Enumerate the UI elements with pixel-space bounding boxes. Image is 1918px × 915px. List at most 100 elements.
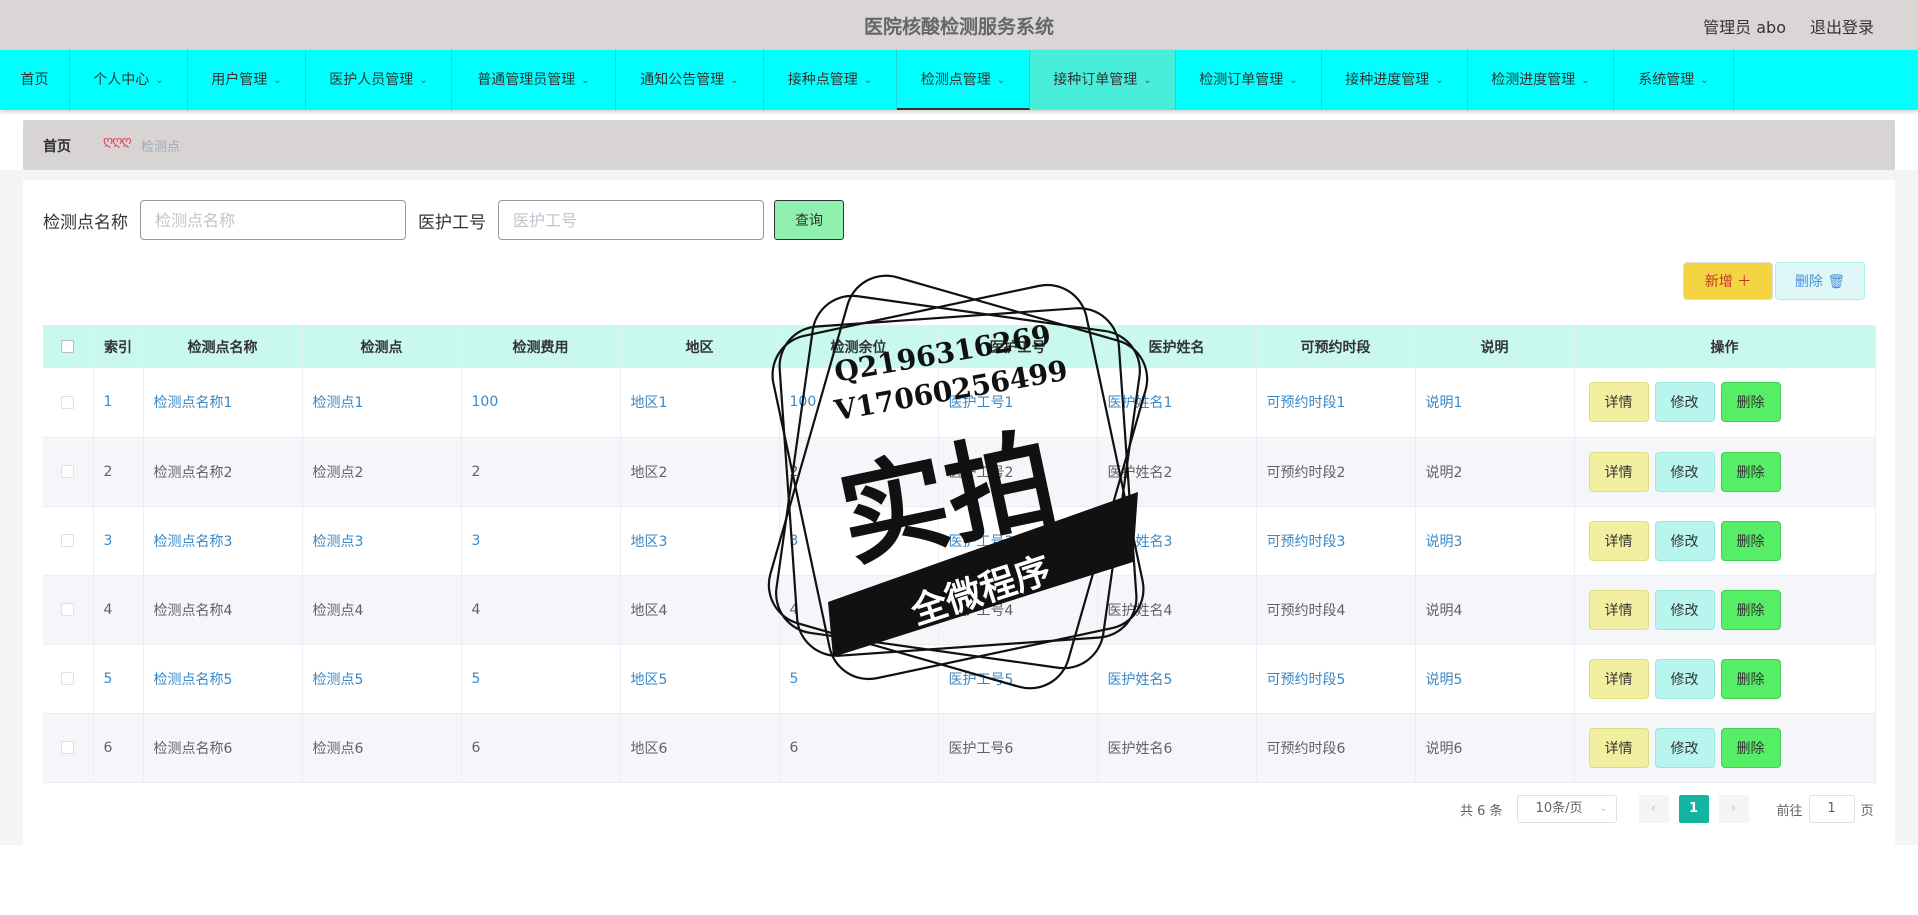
- cell-staff-name[interactable]: 医护姓名1: [1097, 368, 1257, 438]
- cell-index[interactable]: 1: [93, 368, 144, 438]
- select-all-checkbox[interactable]: [43, 325, 94, 368]
- staff-search-input[interactable]: [498, 200, 764, 240]
- pagination: 共 6 条 10条/页 ⌄ ‹ 1 › 前往 1 页: [1460, 795, 1874, 823]
- cell-fee[interactable]: 3: [461, 506, 621, 576]
- query-button[interactable]: 查询: [774, 200, 844, 240]
- cell-point[interactable]: 检测点3: [302, 506, 462, 576]
- edit-button[interactable]: 修改: [1654, 589, 1715, 630]
- edit-button[interactable]: 修改: [1654, 451, 1715, 492]
- user-label[interactable]: 管理员 abo: [1703, 14, 1786, 38]
- row-actions: 详情 修改 删除: [1574, 644, 1876, 714]
- bulk-delete-button[interactable]: 删除 🗑: [1775, 262, 1865, 300]
- nav-item-0[interactable]: 首页: [0, 50, 70, 110]
- delete-button[interactable]: 删除: [1720, 382, 1781, 423]
- cell-slot[interactable]: 可预约时段3: [1256, 506, 1416, 576]
- detail-button[interactable]: 详情: [1588, 520, 1649, 561]
- cell-slot[interactable]: 可预约时段5: [1256, 644, 1416, 714]
- cell-remaining[interactable]: 3: [779, 506, 939, 576]
- nav-item-label: 检测进度管理: [1491, 72, 1576, 88]
- page-number-current[interactable]: 1: [1678, 795, 1709, 823]
- nav-item-3[interactable]: 医护人员管理 ⌄: [306, 50, 452, 110]
- nav-item-8[interactable]: 接种订单管理 ⌄: [1030, 50, 1176, 110]
- cell-region[interactable]: 地区1: [620, 368, 780, 438]
- delete-button[interactable]: 删除: [1720, 451, 1781, 492]
- delete-button[interactable]: 删除: [1720, 520, 1781, 561]
- cell-point: 检测点4: [302, 575, 462, 645]
- cell-fee[interactable]: 100: [461, 368, 621, 438]
- nav-item-10[interactable]: 接种进度管理 ⌄: [1322, 50, 1468, 110]
- cell-fee: 4: [461, 575, 621, 645]
- row-checkbox[interactable]: [43, 575, 94, 645]
- cell-remaining[interactable]: 5: [779, 644, 939, 714]
- cell-note[interactable]: 说明3: [1415, 506, 1575, 576]
- cell-name[interactable]: 检测点名称5: [143, 644, 303, 714]
- nav-item-label: 普通管理员管理: [477, 72, 576, 88]
- cell-point[interactable]: 检测点5: [302, 644, 462, 714]
- cell-point[interactable]: 检测点1: [302, 368, 462, 438]
- logout-button[interactable]: 退出登录: [1810, 14, 1874, 38]
- row-checkbox[interactable]: [43, 506, 94, 576]
- pagination-total: 共 6 条: [1460, 803, 1503, 819]
- nav-item-12[interactable]: 系统管理 ⌄: [1614, 50, 1734, 110]
- cell-name[interactable]: 检测点名称3: [143, 506, 303, 576]
- main-nav: 首页 个人中心 ⌄ 用户管理 ⌄ 医护人员管理 ⌄ 普通管理员管理 ⌄ 通知公告管理 ⌄ 接种点管理 ⌄…: [0, 50, 1918, 110]
- cell-index[interactable]: 5: [93, 644, 144, 714]
- cell-region: 地区4: [620, 575, 780, 645]
- cell-note[interactable]: 说明1: [1415, 368, 1575, 438]
- cell-staff-name[interactable]: 医护姓名5: [1097, 644, 1257, 714]
- row-checkbox[interactable]: [43, 437, 94, 507]
- name-search-input[interactable]: [140, 200, 406, 240]
- delete-button[interactable]: 删除: [1720, 589, 1781, 630]
- cell-staff-name[interactable]: 医护姓名3: [1097, 506, 1257, 576]
- next-page-button[interactable]: ›: [1718, 795, 1749, 823]
- row-checkbox[interactable]: [43, 713, 94, 783]
- nav-item-5[interactable]: 通知公告管理 ⌄: [616, 50, 764, 110]
- chevron-down-icon: ⌄: [1289, 75, 1298, 86]
- delete-button[interactable]: 删除: [1720, 727, 1781, 768]
- cell-index[interactable]: 3: [93, 506, 144, 576]
- cell-slot[interactable]: 可预约时段1: [1256, 368, 1416, 438]
- user-area: 管理员 abo 退出登录: [1703, 14, 1874, 38]
- nav-item-9[interactable]: 检测订单管理 ⌄: [1176, 50, 1322, 110]
- cell-name: 检测点名称6: [143, 713, 303, 783]
- edit-button[interactable]: 修改: [1654, 520, 1715, 561]
- cell-staff-no[interactable]: 医护工号5: [938, 644, 1098, 714]
- chevron-left-icon: ‹: [1650, 801, 1657, 816]
- detail-button[interactable]: 详情: [1588, 658, 1649, 699]
- edit-button[interactable]: 修改: [1654, 727, 1715, 768]
- nav-item-7[interactable]: 检测点管理 ⌄: [897, 50, 1030, 110]
- row-checkbox[interactable]: [43, 368, 94, 438]
- nav-item-2[interactable]: 用户管理 ⌄: [188, 50, 306, 110]
- detail-button[interactable]: 详情: [1588, 589, 1649, 630]
- cell-staff-no[interactable]: 医护工号3: [938, 506, 1098, 576]
- column-header: 检测点名称: [143, 325, 303, 368]
- page-size-select[interactable]: 10条/页 ⌄: [1516, 795, 1617, 823]
- add-button[interactable]: 新增 ＋: [1683, 262, 1773, 300]
- cell-fee: 6: [461, 713, 621, 783]
- cell-fee: 2: [461, 437, 621, 507]
- detail-button[interactable]: 详情: [1588, 727, 1649, 768]
- delete-button[interactable]: 删除: [1720, 658, 1781, 699]
- edit-button[interactable]: 修改: [1654, 382, 1715, 423]
- cell-remaining[interactable]: 100: [779, 368, 939, 438]
- cell-fee[interactable]: 5: [461, 644, 621, 714]
- detail-button[interactable]: 详情: [1588, 451, 1649, 492]
- detail-button[interactable]: 详情: [1588, 382, 1649, 423]
- nav-item-6[interactable]: 接种点管理 ⌄: [764, 50, 897, 110]
- table-body: 1 检测点名称1 检测点1 100 地区1 100 医护工号1 医护姓名1 可预约时段1 说明1 详…: [43, 368, 1876, 783]
- nav-item-11[interactable]: 检测进度管理 ⌄: [1468, 50, 1614, 110]
- cell-region[interactable]: 地区5: [620, 644, 780, 714]
- breadcrumb-home[interactable]: 首页: [43, 136, 71, 156]
- row-checkbox[interactable]: [43, 644, 94, 714]
- cell-slot: 可预约时段2: [1256, 437, 1416, 507]
- nav-item-4[interactable]: 普通管理员管理 ⌄: [452, 50, 616, 110]
- edit-button[interactable]: 修改: [1654, 658, 1715, 699]
- prev-page-button[interactable]: ‹: [1638, 795, 1669, 823]
- goto-page-input[interactable]: 1: [1808, 795, 1855, 823]
- cell-region[interactable]: 地区3: [620, 506, 780, 576]
- column-header: 说明: [1415, 325, 1575, 368]
- cell-staff-no[interactable]: 医护工号1: [938, 368, 1098, 438]
- cell-note[interactable]: 说明5: [1415, 644, 1575, 714]
- nav-item-1[interactable]: 个人中心 ⌄: [70, 50, 188, 110]
- cell-name[interactable]: 检测点名称1: [143, 368, 303, 438]
